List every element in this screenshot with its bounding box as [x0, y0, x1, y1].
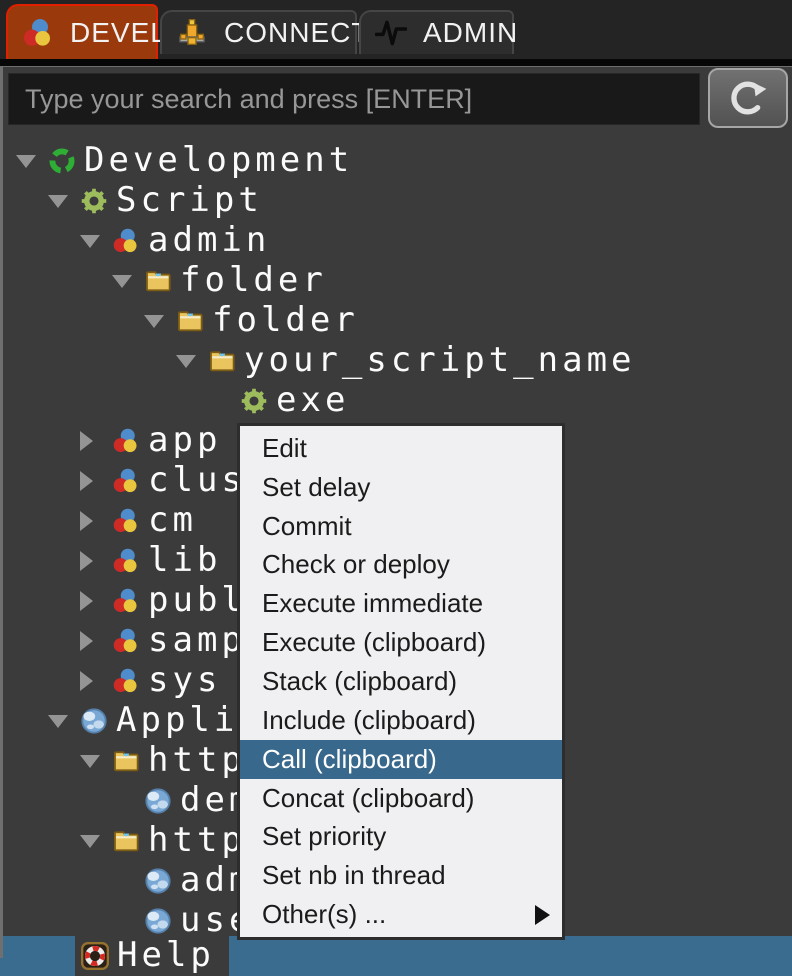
tree-item-label: admin: [148, 223, 270, 260]
tree-item-label: http: [148, 823, 246, 860]
tree-item-label: folder: [180, 263, 327, 300]
tree-item-your-script-name[interactable]: your_script_name: [0, 341, 792, 381]
globe-icon: [144, 907, 172, 935]
folder-icon: [112, 827, 140, 855]
expander-right-icon[interactable]: [80, 631, 112, 651]
expander-right-icon[interactable]: [80, 511, 112, 531]
help-anchor[interactable]: Help: [75, 936, 229, 976]
tree-item-label: sys: [148, 663, 221, 700]
expander-right-icon[interactable]: [80, 431, 112, 451]
menu-item-set-nb-in-thread[interactable]: Set nb in thread: [240, 856, 562, 895]
tree-item-script[interactable]: Script: [0, 181, 792, 221]
menu-item-others[interactable]: Other(s) ...: [240, 895, 562, 934]
expander-down-icon[interactable]: [176, 355, 208, 368]
tab-bar: DEVEL CONNECT ADMIN: [0, 0, 792, 66]
tree-item-label: app: [148, 423, 221, 460]
expander-right-icon[interactable]: [80, 591, 112, 611]
tree-item-admin[interactable]: admin: [0, 221, 792, 261]
expander-down-icon[interactable]: [48, 715, 80, 728]
lifebuoy-icon: [81, 942, 109, 970]
tab-connect-label: CONNECT: [224, 17, 369, 49]
tab-devel-label: DEVEL: [70, 17, 167, 49]
tree-item-label: publ: [148, 583, 246, 620]
folder-icon: [112, 747, 140, 775]
three-circles-icon: [112, 547, 140, 575]
tab-devel[interactable]: DEVEL: [6, 4, 158, 59]
submenu-arrow-icon: [535, 905, 550, 925]
tree-item-label: exe: [276, 383, 349, 420]
color-circles-icon: [22, 17, 54, 49]
tree-item-folder[interactable]: folder: [0, 261, 792, 301]
pulse-icon: [375, 17, 407, 49]
globe-icon: [80, 707, 108, 735]
menu-item-label: Other(s) ...: [262, 899, 386, 930]
expander-down-icon[interactable]: [144, 315, 176, 328]
tree-item-label: Help: [117, 938, 215, 975]
folder-icon: [176, 307, 204, 335]
folder-icon: [208, 347, 236, 375]
expander-down-icon[interactable]: [80, 755, 112, 768]
menu-item-stack-clipboard[interactable]: Stack (clipboard): [240, 662, 562, 701]
expander-down-icon[interactable]: [112, 275, 144, 288]
three-circles-icon: [112, 627, 140, 655]
search-input[interactable]: [8, 73, 700, 125]
expander-right-icon[interactable]: [80, 551, 112, 571]
search-bar: [0, 66, 792, 130]
three-circles-icon: [112, 427, 140, 455]
three-circles-icon: [112, 587, 140, 615]
tab-admin-label: ADMIN: [423, 17, 518, 49]
three-circles-icon: [112, 507, 140, 535]
tree-item-development[interactable]: Development: [0, 141, 792, 181]
tree-item-label: Development: [84, 143, 353, 180]
context-menu: Edit Set delay Commit Check or deploy Ex…: [237, 423, 565, 940]
folder-icon: [144, 267, 172, 295]
menu-item-concat-clipboard[interactable]: Concat (clipboard): [240, 779, 562, 818]
tree-item-label: folder: [212, 303, 359, 340]
tree-item-exe[interactable]: exe: [0, 381, 792, 421]
menu-item-set-priority[interactable]: Set priority: [240, 817, 562, 856]
expander-right-icon[interactable]: [80, 671, 112, 691]
tree-item-label: Script: [116, 183, 263, 220]
menu-item-include-clipboard[interactable]: Include (clipboard): [240, 701, 562, 740]
tree-item-label: clus: [148, 463, 246, 500]
panel-left-edge: [0, 66, 3, 958]
tree-item-label: cm: [148, 503, 197, 540]
green-gear-icon: [80, 187, 108, 215]
green-gear-icon: [240, 387, 268, 415]
menu-item-call-clipboard[interactable]: Call (clipboard): [240, 740, 562, 779]
tree-item-label: lib: [148, 543, 221, 580]
expander-down-icon[interactable]: [80, 235, 112, 248]
expander-down-icon[interactable]: [80, 835, 112, 848]
tree-item-label: your_script_name: [244, 343, 636, 380]
tab-admin[interactable]: ADMIN: [359, 10, 514, 54]
menu-item-execute-immediate[interactable]: Execute immediate: [240, 584, 562, 623]
connector-icon: [176, 17, 208, 49]
three-circles-icon: [112, 227, 140, 255]
menu-item-set-delay[interactable]: Set delay: [240, 468, 562, 507]
tree-item-label: http: [148, 743, 246, 780]
tree-item-help[interactable]: Help: [0, 936, 792, 976]
menu-item-check-or-deploy[interactable]: Check or deploy: [240, 546, 562, 585]
globe-icon: [144, 787, 172, 815]
expander-right-icon[interactable]: [80, 471, 112, 491]
tree-item-label: samp: [148, 623, 246, 660]
expander-down-icon[interactable]: [48, 195, 80, 208]
expander-down-icon[interactable]: [16, 155, 48, 168]
globe-icon: [144, 867, 172, 895]
three-circles-icon: [112, 667, 140, 695]
circular-arrow-icon: [728, 78, 768, 118]
tab-connect[interactable]: CONNECT: [160, 10, 357, 54]
three-circles-icon: [112, 467, 140, 495]
tree-item-folder[interactable]: folder: [0, 301, 792, 341]
menu-item-commit[interactable]: Commit: [240, 507, 562, 546]
menu-item-execute-clipboard[interactable]: Execute (clipboard): [240, 623, 562, 662]
green-ring-icon: [48, 147, 76, 175]
refresh-button[interactable]: [708, 68, 788, 128]
menu-item-edit[interactable]: Edit: [240, 429, 562, 468]
